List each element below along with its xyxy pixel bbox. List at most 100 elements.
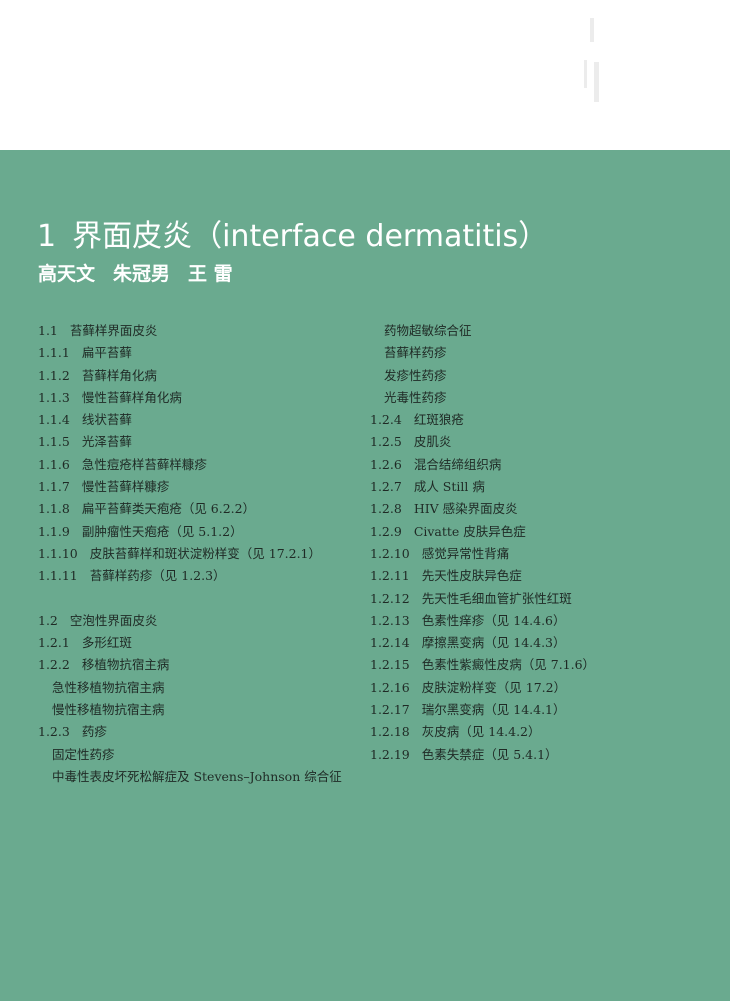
toc-entry-number: 1.1.6: [38, 456, 70, 472]
toc-entry-number: 1.1.8: [38, 501, 70, 517]
toc-entry-number: 1.1.9: [38, 523, 70, 539]
toc-entry: 光毒性药疹: [370, 387, 700, 409]
toc-entry-number: 1.2.17: [370, 702, 410, 718]
toc-entry-number: 1.1.1: [38, 345, 70, 361]
toc-entry-title: 药疹: [81, 724, 107, 740]
toc-entry: [38, 588, 368, 610]
toc-entry-title: 副肿瘤性天疱疮（见 5.1.2）: [81, 523, 243, 539]
toc-entry: 1.2.13 色素性痒疹（见 14.4.6）: [370, 610, 700, 632]
page-top-blank: [0, 0, 730, 150]
toc-entry-title: 先天性毛细血管扩张性红斑: [421, 590, 572, 606]
toc-entry-number: 1.1.3: [38, 389, 70, 405]
toc-entry: 药物超敏综合征: [370, 320, 700, 342]
toc-entry-number: 1.1.4: [38, 412, 70, 428]
toc-entry-title: Civatte 皮肤异色症: [413, 523, 526, 539]
toc-entry: 1.1.3 慢性苔藓样角化病: [38, 387, 368, 409]
toc-entry: 1.1.11 苔藓样药疹（见 1.2.3）: [38, 565, 368, 587]
toc-entry-number: 1.1.7: [38, 479, 70, 495]
toc-right-column: 药物超敏综合征 苔藓样药疹 发疹性药疹 光毒性药疹 1.2.4 红斑狼疮 1.2.5 皮肌炎 1…: [370, 320, 700, 766]
toc-entry: 1.2.3 药疹: [38, 721, 368, 743]
toc-entry: 1.2 空泡性界面皮炎: [38, 610, 368, 632]
toc-entry-number: 1.2.15: [370, 657, 410, 673]
author-name: 高天文: [38, 263, 96, 285]
toc-entry-title: 慢性苔藓样角化病: [81, 389, 182, 405]
toc-entry-title: 皮肤淀粉样变（见 17.2）: [421, 679, 567, 695]
toc-entry-title: 固定性药疹: [52, 746, 115, 762]
toc-entry-title: 红斑狼疮: [413, 412, 464, 428]
toc-entry-number: 1.1: [38, 323, 58, 338]
toc-entry: 1.2.9 Civatte 皮肤异色症: [370, 521, 700, 543]
toc-entry-title: 空泡性界面皮炎: [69, 612, 158, 628]
toc-entry-title: 扁平苔藓类天疱疮（见 6.2.2）: [81, 501, 256, 517]
toc-entry-title: 色素性紫癜性皮病（见 7.1.6）: [421, 657, 596, 673]
toc-entry-title: 感觉异常性背痛: [421, 545, 510, 561]
toc-entry-number: 1.1.10: [38, 545, 78, 561]
toc-entry-title: 苔藓样药疹（见 1.2.3）: [89, 568, 226, 584]
toc-entry-number: 1.2.13: [370, 612, 410, 628]
toc-entry-number: 1.1.11: [38, 568, 78, 584]
toc-entry: 1.1.1 扁平苔藓: [38, 342, 368, 364]
toc-entry: 1.1.2 苔藓样角化病: [38, 365, 368, 387]
author-name: 王 雷: [188, 263, 233, 285]
toc-entry-title: 先天性皮肤异色症: [421, 568, 522, 584]
toc-entry-title: 皮肌炎: [413, 434, 452, 450]
toc-entry: 1.2.18 灰皮病（见 14.4.2）: [370, 721, 700, 743]
toc-entry-title: 瑞尔黑变病（见 14.4.1）: [421, 702, 566, 718]
toc-entry-title: 慢性移植物抗宿主病: [52, 702, 165, 718]
toc-entry: 1.1.10 皮肤苔藓样和斑状淀粉样变（见 17.2.1）: [38, 543, 368, 565]
toc-entry: 1.1 苔藓样界面皮炎: [38, 320, 368, 342]
toc-entry-title: 多形红斑: [81, 635, 132, 651]
toc-entry-title: 光泽苔藓: [81, 434, 132, 450]
toc-entry-number: 1.2.12: [370, 590, 410, 606]
toc-entry: 固定性药疹: [38, 744, 368, 766]
faint-watermark-mark: [578, 18, 606, 110]
toc-entry-number: 1.2.16: [370, 679, 410, 695]
toc-entry-title: 扁平苔藓: [81, 345, 132, 361]
toc-entry: 1.2.14 摩擦黑变病（见 14.4.3）: [370, 632, 700, 654]
toc-entry-title: 线状苔藓: [81, 412, 132, 428]
toc-entry-title: 皮肤苔藓样和斑状淀粉样变（见 17.2.1）: [89, 545, 321, 561]
toc-entry-title: 发疹性药疹: [384, 367, 447, 383]
toc-entry-number: 1.1.2: [38, 367, 70, 383]
toc-entry-title: 混合结缔组织病: [413, 456, 502, 472]
toc-entry: 1.2.15 色素性紫癜性皮病（见 7.1.6）: [370, 654, 700, 676]
toc-entry-number: 1.2.2: [38, 657, 70, 673]
toc-entry: 1.2.8 HIV 感染界面皮炎: [370, 498, 700, 520]
toc-entry: 1.1.9 副肿瘤性天疱疮（见 5.1.2）: [38, 521, 368, 543]
toc-entry-number: 1.1.5: [38, 434, 70, 450]
toc-entry-title: 光毒性药疹: [384, 389, 447, 405]
toc-entry: 急性移植物抗宿主病: [38, 677, 368, 699]
chapter-title-text: 界面皮炎（interface dermatitis）: [72, 219, 549, 254]
toc-entry: 1.2.17 瑞尔黑变病（见 14.4.1）: [370, 699, 700, 721]
toc-entry-title: 苔藓样界面皮炎: [69, 323, 158, 338]
toc-entry: 1.2.12 先天性毛细血管扩张性红斑: [370, 588, 700, 610]
toc-entry-title: 色素失禁症（见 5.4.1）: [421, 746, 558, 762]
author-list: 高天文 朱冠男王 雷: [38, 260, 251, 288]
toc-left-column: 1.1 苔藓样界面皮炎 1.1.1 扁平苔藓 1.1.2 苔藓样角化病 1.1.3 慢性苔藓样…: [38, 320, 368, 788]
toc-entry-title: 慢性苔藓样糠疹: [81, 479, 170, 495]
toc-entry-title: 移植物抗宿主病: [81, 657, 170, 673]
toc-entry-number: 1.2.7: [370, 479, 402, 495]
toc-entry: 1.1.5 光泽苔藓: [38, 431, 368, 453]
toc-entry-title: 苔藓样角化病: [81, 367, 157, 383]
toc-entry-title: HIV 感染界面皮炎: [413, 501, 518, 517]
toc-entry-number: 1.2.10: [370, 545, 410, 561]
chapter-title: 1 界面皮炎（interface dermatitis）: [37, 217, 548, 257]
toc-entry: 1.2.19 色素失禁症（见 5.4.1）: [370, 744, 700, 766]
toc-entry-title: 药物超敏综合征: [384, 323, 472, 338]
toc-entry: 1.2.10 感觉异常性背痛: [370, 543, 700, 565]
chapter-number: 1: [37, 219, 57, 254]
toc-entry: 1.2.11 先天性皮肤异色症: [370, 565, 700, 587]
toc-entry-number: 1.2.6: [370, 456, 402, 472]
toc-entry-number: 1.2.14: [370, 635, 410, 651]
toc-entry: 1.2.2 移植物抗宿主病: [38, 654, 368, 676]
toc-entry: 1.1.6 急性痘疮样苔藓样糠疹: [38, 454, 368, 476]
toc-entry: 1.2.1 多形红斑: [38, 632, 368, 654]
toc-entry-number: 1.2.19: [370, 746, 410, 762]
toc-entry: 发疹性药疹: [370, 365, 700, 387]
toc-entry-title: 中毒性表皮坏死松解症及 Stevens–Johnson 综合征: [52, 768, 342, 784]
toc-entry-number: 1.2.11: [370, 568, 410, 584]
toc-entry: 1.2.16 皮肤淀粉样变（见 17.2）: [370, 677, 700, 699]
toc-entry-number: 1.2: [38, 612, 58, 628]
toc-entry: 1.1.4 线状苔藓: [38, 409, 368, 431]
